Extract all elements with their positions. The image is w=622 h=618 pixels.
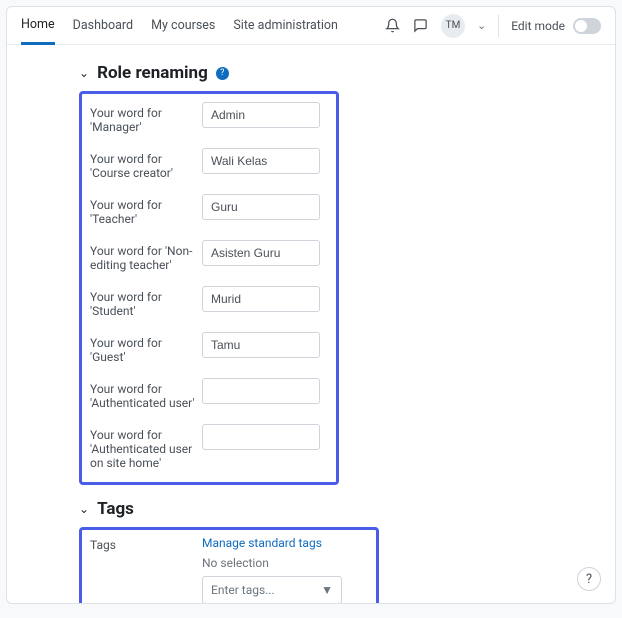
label-student: Your word for 'Student' [90,286,202,318]
nav-my-courses[interactable]: My courses [151,8,215,43]
nav-home[interactable]: Home [21,7,55,45]
input-auth-user-site-home[interactable] [202,424,320,450]
manage-standard-tags-link[interactable]: Manage standard tags [202,536,342,550]
edit-mode-label: Edit mode [511,19,565,33]
input-course-creator[interactable] [202,148,320,174]
tags-box: Tags Manage standard tags No selection E… [79,527,379,603]
nav-dashboard[interactable]: Dashboard [73,8,133,43]
tags-select[interactable]: Enter tags... ▼ [202,576,342,603]
edit-mode-toggle[interactable] [573,18,601,34]
section-title-tags: Tags [97,499,134,519]
label-guest: Your word for 'Guest' [90,332,202,364]
user-menu-chevron-icon[interactable]: ⌄ [477,19,486,32]
role-renaming-box: Your word for 'Manager' Your word for 'C… [79,91,339,485]
notifications-icon[interactable] [385,18,401,34]
help-icon[interactable]: ? [216,67,229,80]
section-title-role-renaming: Role renaming [97,63,208,83]
messages-icon[interactable] [413,18,429,34]
label-auth-user-site-home: Your word for 'Authenticated user on sit… [90,424,202,470]
input-guest[interactable] [202,332,320,358]
chevron-down-icon: ▼ [321,583,333,597]
label-non-editing-teacher: Your word for 'Non-editing teacher' [90,240,202,272]
user-avatar[interactable]: TM [441,14,465,38]
collapse-tags-icon[interactable]: ⌄ [79,502,89,516]
tags-select-placeholder: Enter tags... [211,583,275,597]
top-navbar: Home Dashboard My courses Site administr… [7,7,615,45]
label-tags: Tags [90,536,202,552]
input-auth-user[interactable] [202,378,320,404]
divider [498,15,499,37]
label-manager: Your word for 'Manager' [90,102,202,134]
no-selection-text: No selection [202,556,342,570]
collapse-role-renaming-icon[interactable]: ⌄ [79,66,89,80]
input-manager[interactable] [202,102,320,128]
label-course-creator: Your word for 'Course creator' [90,148,202,180]
label-auth-user: Your word for 'Authenticated user' [90,378,202,410]
nav-site-admin[interactable]: Site administration [233,8,338,43]
input-non-editing-teacher[interactable] [202,240,320,266]
input-student[interactable] [202,286,320,312]
floating-help-button[interactable]: ? [577,567,601,591]
input-teacher[interactable] [202,194,320,220]
label-teacher: Your word for 'Teacher' [90,194,202,226]
